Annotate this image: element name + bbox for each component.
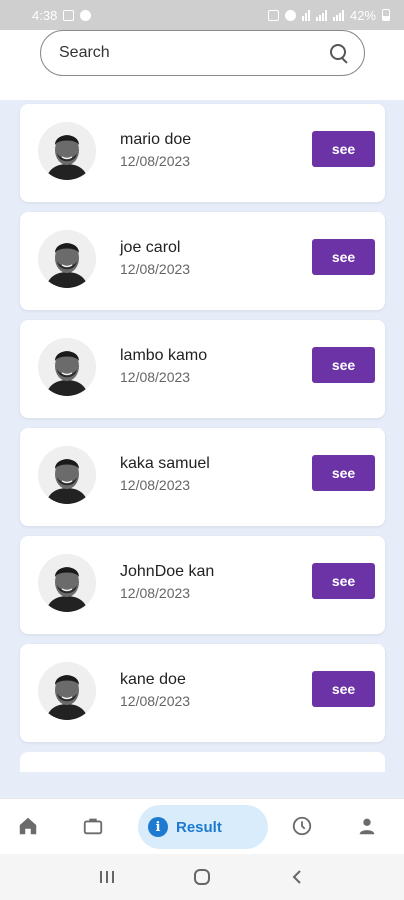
avatar-image [38, 446, 96, 504]
search-box[interactable] [40, 30, 365, 76]
status-left: 4:38 [32, 7, 92, 23]
back-button[interactable] [285, 865, 309, 889]
list-item: joe carol 12/08/2023 see [20, 212, 385, 310]
see-button[interactable]: see [312, 455, 375, 491]
item-name: mario doe [120, 131, 192, 148]
avatar [38, 446, 96, 504]
item-name: lambo kamo [120, 347, 208, 364]
person-icon [359, 818, 375, 835]
battery-text: 42% [349, 7, 376, 23]
list-item: mario doe 12/08/2023 see [20, 104, 385, 202]
clock-icon [292, 816, 312, 836]
home-icon [19, 817, 37, 835]
system-nav-bar [0, 854, 404, 900]
search-input[interactable] [59, 44, 299, 62]
avatar-image [38, 230, 96, 288]
nav-profile[interactable] [352, 811, 382, 841]
list-item: lambo kamo 12/08/2023 see [20, 320, 385, 418]
back-icon [292, 870, 301, 884]
see-button[interactable]: see [312, 131, 375, 167]
avatar-image [38, 338, 96, 396]
alarm-icon [284, 9, 296, 21]
see-button[interactable]: see [312, 347, 375, 383]
see-button[interactable]: see [312, 563, 375, 599]
nav-home[interactable] [13, 811, 43, 841]
home-circle-icon [193, 869, 210, 885]
avatar [38, 338, 96, 396]
item-date: 12/08/2023 [120, 153, 191, 169]
nav-result[interactable]: i Result [138, 805, 268, 849]
status-right: 42% [267, 7, 390, 23]
battery-icon [382, 9, 390, 21]
avatar-image [38, 662, 96, 720]
list-item-partial [20, 752, 385, 772]
item-name: kane doe [120, 671, 186, 688]
search-icon[interactable] [328, 42, 350, 64]
list-item: kane doe 12/08/2023 see [20, 644, 385, 742]
item-date: 12/08/2023 [120, 477, 191, 493]
signal-icon-2 [332, 9, 344, 21]
avatar-image [38, 554, 96, 612]
nfc-icon [267, 9, 279, 21]
status-time: 4:38 [32, 7, 58, 23]
see-button[interactable]: see [312, 239, 375, 275]
item-date: 12/08/2023 [120, 369, 191, 385]
item-name: kaka samuel [120, 455, 210, 472]
info-icon: i [148, 817, 168, 837]
item-date: 12/08/2023 [120, 261, 191, 277]
avatar [38, 122, 96, 180]
signal-icon [315, 9, 327, 21]
avatar [38, 554, 96, 612]
briefcase-icon [83, 818, 103, 835]
list-item: kaka samuel 12/08/2023 see [20, 428, 385, 526]
status-bar: 4:38 42% [0, 0, 404, 30]
item-date: 12/08/2023 [120, 693, 191, 709]
recent-apps-icon [100, 871, 115, 883]
search-area [0, 30, 404, 100]
gallery-notification-icon [63, 9, 75, 21]
phone-notification-icon [80, 9, 92, 21]
list-item: JohnDoe kan 12/08/2023 see [20, 536, 385, 634]
see-button[interactable]: see [312, 671, 375, 707]
item-name: joe carol [120, 239, 181, 256]
item-name: JohnDoe kan [120, 563, 215, 580]
nav-history[interactable] [287, 811, 317, 841]
item-date: 12/08/2023 [120, 585, 191, 601]
nav-result-label: Result [176, 818, 222, 836]
bottom-nav: i Result [0, 798, 404, 854]
home-button[interactable] [190, 865, 214, 889]
results-list: mario doe 12/08/2023 see joe carol 12/08… [0, 100, 404, 798]
nav-portfolio[interactable] [78, 811, 108, 841]
avatar [38, 230, 96, 288]
wifi-icon [301, 9, 310, 21]
recent-apps-button[interactable] [95, 865, 119, 889]
avatar-image [38, 122, 96, 180]
avatar [38, 662, 96, 720]
